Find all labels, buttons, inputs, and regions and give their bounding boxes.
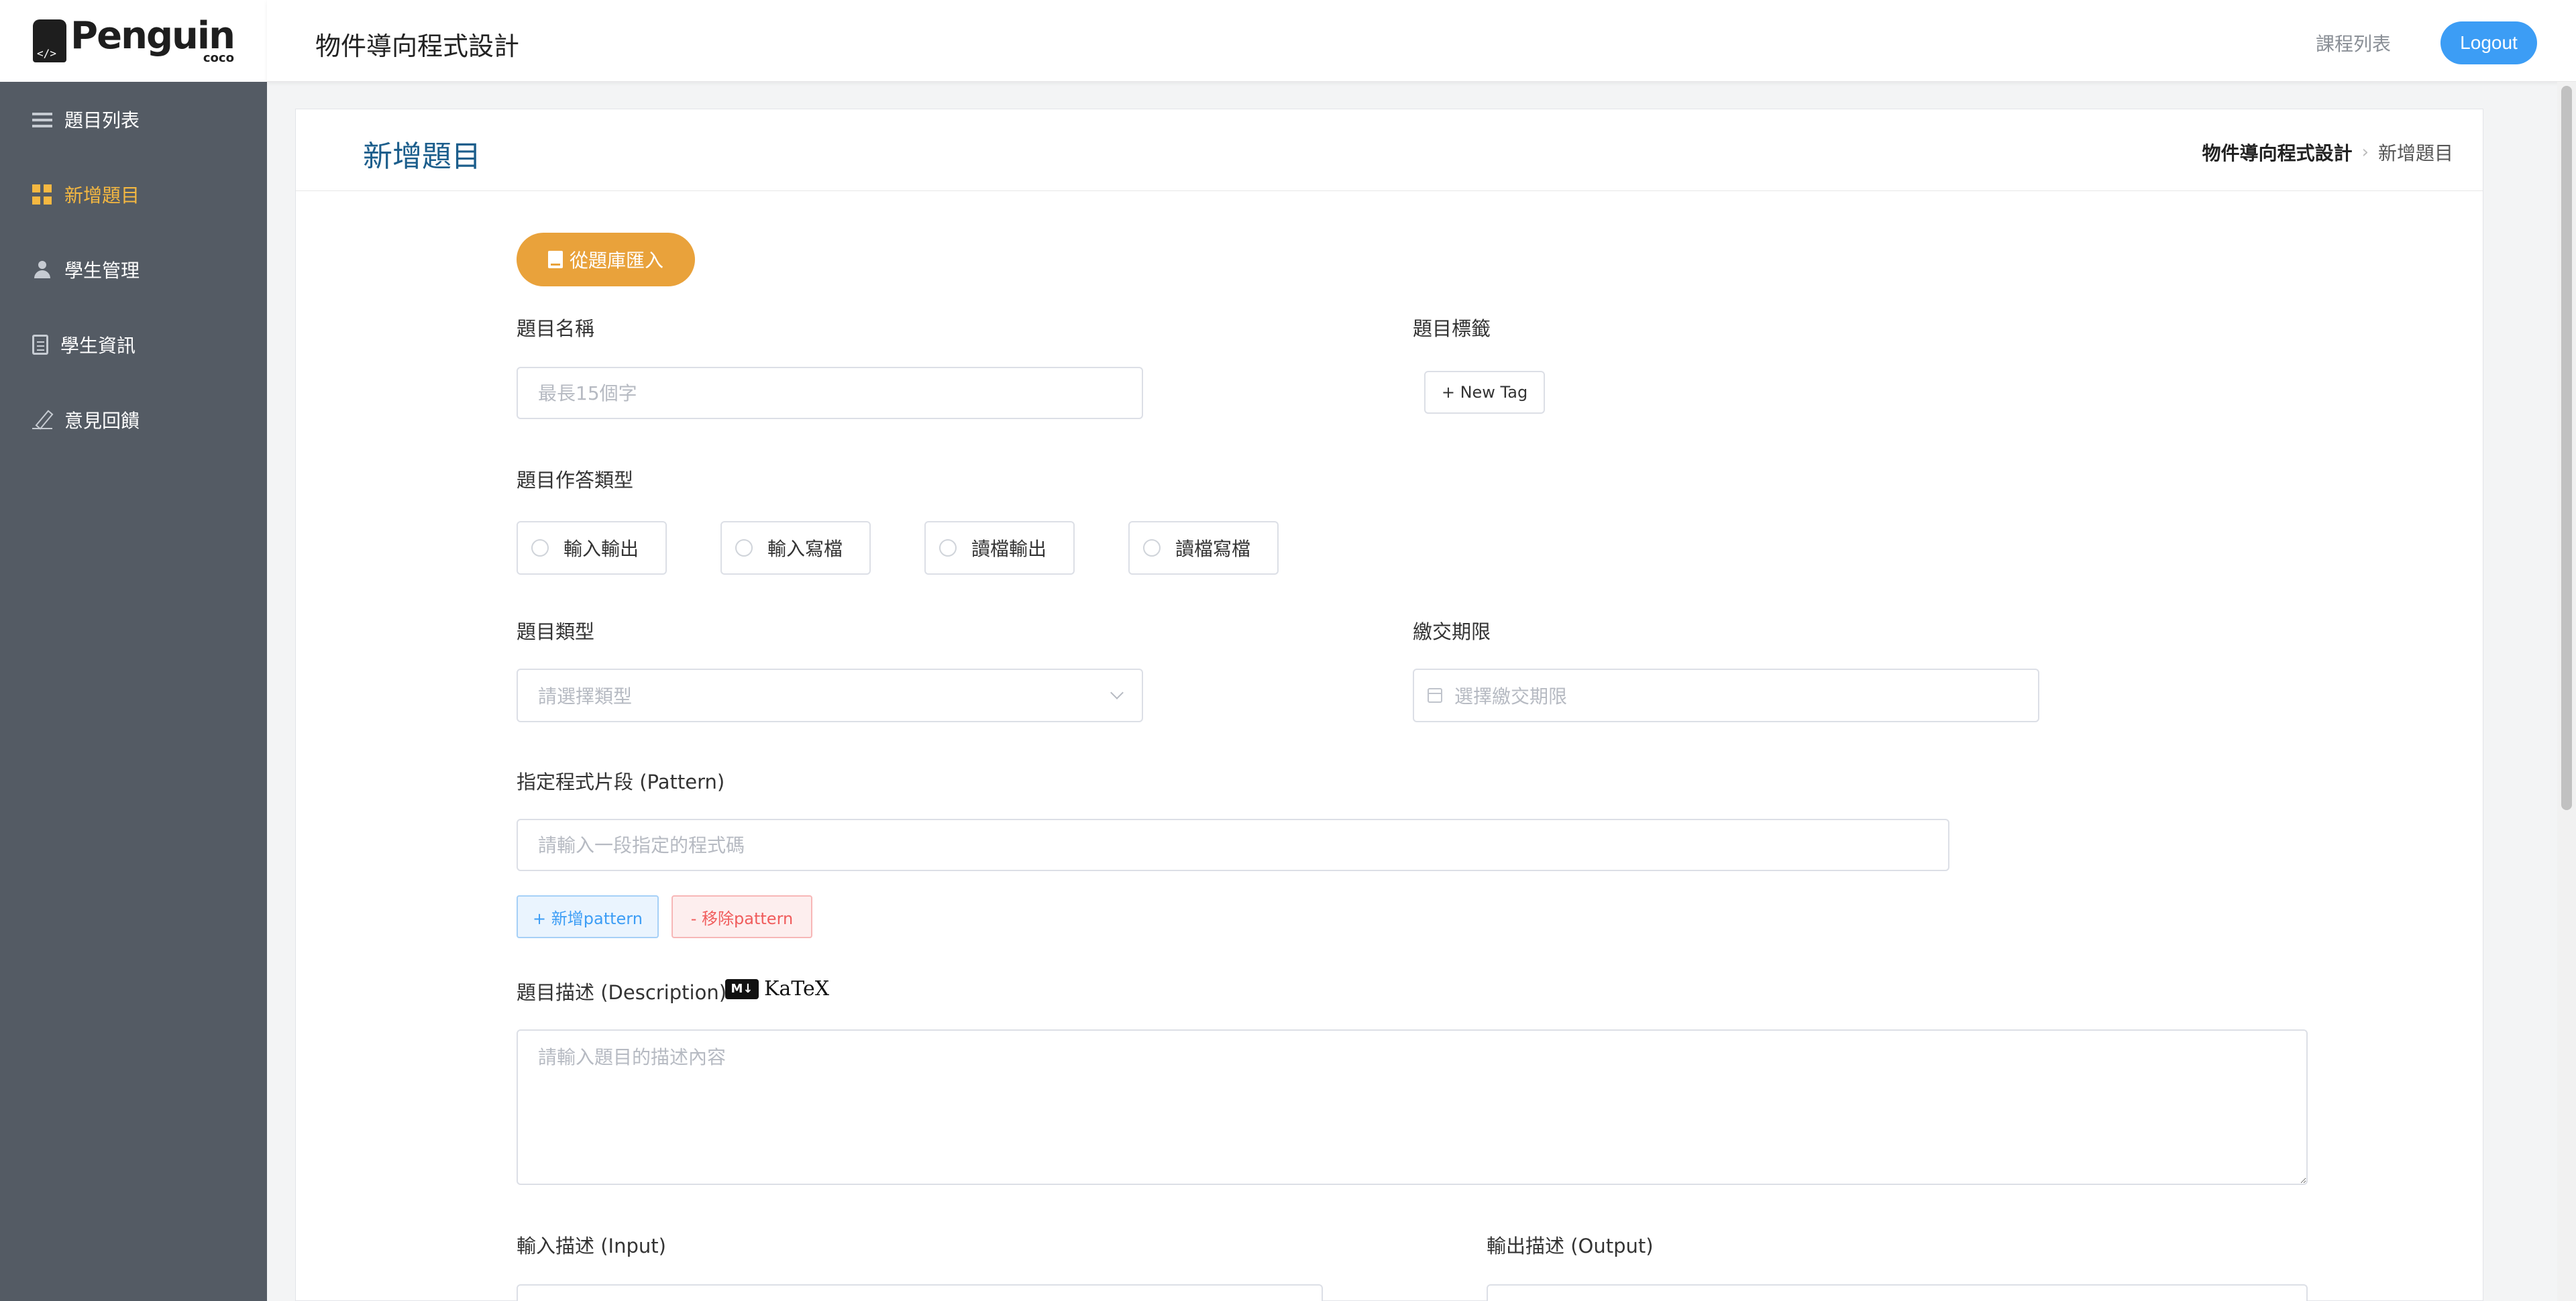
list-icon <box>32 109 52 129</box>
sidebar-item-feedback[interactable]: 意見回饋 <box>0 382 267 457</box>
deadline-picker[interactable]: 選擇繳交期限 <box>1413 669 2039 722</box>
pattern-input[interactable] <box>517 819 1949 871</box>
radio-circle-icon <box>531 539 549 557</box>
chevron-down-icon <box>1110 686 1124 699</box>
sidebar-item-label: 題目列表 <box>64 109 140 131</box>
radio-circle-icon <box>1143 539 1161 557</box>
course-title: 物件導向程式設計 <box>315 32 520 61</box>
sidebar-item-student-info[interactable]: 學生資訊 <box>0 307 267 382</box>
input-description-textarea[interactable] <box>517 1284 1323 1301</box>
brand-subtitle: coco <box>203 51 234 65</box>
answer-type-label: 題目作答類型 <box>517 469 634 492</box>
breadcrumb-current: 新增題目 <box>2377 142 2453 164</box>
question-type-label: 題目類型 <box>517 620 595 643</box>
sidebar-item-add-question[interactable]: 新增題目 <box>0 157 267 232</box>
edit-icon <box>32 410 52 430</box>
description-textarea[interactable] <box>517 1029 2308 1185</box>
answer-type-io-radio[interactable]: 輸入輸出 <box>517 521 667 575</box>
radio-circle-icon <box>939 539 957 557</box>
import-from-bank-button[interactable]: 從題庫匯入 <box>517 233 695 286</box>
user-icon <box>32 260 52 280</box>
question-name-input[interactable] <box>517 367 1143 419</box>
course-list-link[interactable]: 課程列表 <box>2316 30 2391 56</box>
radio-circle-icon <box>735 539 753 557</box>
output-description-textarea[interactable] <box>1487 1284 2308 1301</box>
calendar-icon <box>1428 688 1442 703</box>
import-button-label: 從題庫匯入 <box>569 249 663 272</box>
answer-type-input-writefile-radio[interactable]: 輸入寫檔 <box>720 521 871 575</box>
sidebar: Penguin coco 題目列表 新增題目 學生管理 學生資訊 意見回饋 <box>0 0 267 1301</box>
new-tag-button[interactable]: + New Tag <box>1424 371 1545 414</box>
chevron-right-icon: › <box>2361 142 2369 162</box>
date-placeholder: 選擇繳交期限 <box>1454 685 1568 708</box>
deadline-label: 繳交期限 <box>1413 620 1491 643</box>
answer-type-readfile-output-radio[interactable]: 讀檔輸出 <box>924 521 1075 575</box>
page-title: 新增題目 <box>363 139 481 174</box>
description-label: 題目描述 (Description) <box>517 981 727 1004</box>
add-question-card: 新增題目 物件導向程式設計 › 新增題目 從題庫匯入 題目名稱 題目標籤 + N… <box>295 109 2483 1301</box>
radio-label: 輸入輸出 <box>564 538 639 560</box>
remove-pattern-button[interactable]: - 移除pattern <box>672 895 812 938</box>
question-name-label: 題目名稱 <box>517 317 595 340</box>
scrollbar-thumb[interactable] <box>2561 86 2572 810</box>
markdown-icon: M↓ <box>725 978 759 999</box>
logout-button[interactable]: Logout <box>2440 21 2537 64</box>
input-description-label: 輸入描述 (Input) <box>517 1235 666 1257</box>
answer-type-readfile-writefile-radio[interactable]: 讀檔寫檔 <box>1128 521 1279 575</box>
sidebar-item-label: 學生資訊 <box>60 335 136 357</box>
document-icon <box>32 335 48 355</box>
select-placeholder: 請選擇類型 <box>538 685 633 708</box>
grid-icon <box>32 184 52 205</box>
book-icon <box>547 251 563 268</box>
add-pattern-button[interactable]: + 新增pattern <box>517 895 659 938</box>
sidebar-item-student-management[interactable]: 學生管理 <box>0 232 267 307</box>
output-description-label: 輸出描述 (Output) <box>1487 1235 1654 1257</box>
katex-logo: KaTeX <box>764 977 830 1001</box>
question-type-select[interactable]: 請選擇類型 <box>517 669 1143 722</box>
breadcrumb-course[interactable]: 物件導向程式設計 <box>2202 139 2353 166</box>
sidebar-menu: 題目列表 新增題目 學生管理 學生資訊 意見回饋 <box>0 82 267 457</box>
sidebar-item-label: 意見回饋 <box>64 410 140 432</box>
page-scrollbar[interactable] <box>2557 82 2576 1301</box>
top-header: 物件導向程式設計 課程列表 Logout <box>267 0 2576 82</box>
radio-label: 輸入寫檔 <box>767 538 843 560</box>
brand-title: Penguin <box>70 14 235 58</box>
sidebar-item-label: 新增題目 <box>64 184 140 207</box>
breadcrumb: 物件導向程式設計 › 新增題目 <box>2202 139 2453 166</box>
question-tags-label: 題目標籤 <box>1413 317 1491 340</box>
brand-logo[interactable]: Penguin coco <box>0 0 267 82</box>
markup-badges: M↓ KaTeX <box>725 977 829 1001</box>
penguin-logo-icon <box>33 19 67 62</box>
sidebar-item-question-list[interactable]: 題目列表 <box>0 82 267 157</box>
radio-label: 讀檔輸出 <box>971 538 1047 560</box>
pattern-label: 指定程式片段 (Pattern) <box>517 771 725 793</box>
sidebar-item-label: 學生管理 <box>64 260 140 282</box>
card-header: 新增題目 物件導向程式設計 › 新增題目 <box>296 109 2483 191</box>
radio-label: 讀檔寫檔 <box>1175 538 1251 560</box>
